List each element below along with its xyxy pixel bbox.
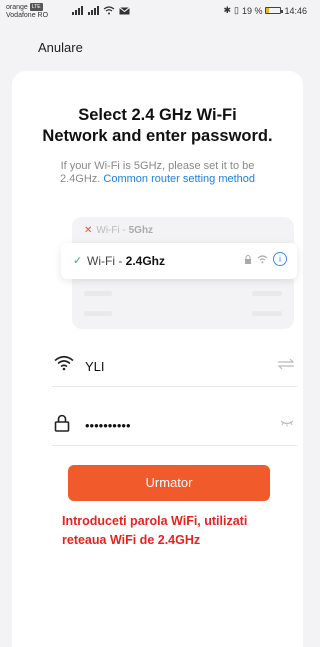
wifi-24ghz-band: 2.4Ghz — [125, 254, 166, 268]
warning-annotation: Introduceti parola WiFi, utilizati retea… — [62, 512, 292, 550]
title-line-2: Network and enter password. — [42, 127, 273, 145]
subtitle: If your Wi-Fi is 5GHz, please set it to … — [0, 160, 315, 186]
next-button[interactable]: Urmator — [68, 465, 270, 501]
signal-icon — [72, 6, 83, 15]
placeholder-bar — [252, 311, 282, 316]
router-setting-link[interactable]: Common router setting method — [103, 173, 255, 185]
cross-icon: ✕ — [84, 225, 93, 236]
password-field[interactable]: •••••••••• — [52, 406, 297, 446]
field-divider — [52, 386, 297, 387]
wifi-5ghz-row: ✕ Wi-Fi - 5Ghz — [84, 225, 153, 236]
wifi-icon — [103, 6, 115, 15]
wifi-24ghz-prefix: Wi-Fi - — [87, 254, 126, 268]
lte-badge: LTE — [29, 3, 43, 11]
password-value: •••••••••• — [85, 418, 131, 433]
wifi-icon — [257, 254, 268, 263]
page-title: Select 2.4 GHz Wi-Fi Network and enter p… — [0, 105, 315, 147]
wifi-band-illustration: ✕ Wi-Fi - 5Ghz ✓ Wi-Fi - 2.4Ghz i — [61, 217, 297, 329]
signal-icon — [87, 6, 99, 15]
warning-line-2: reteaua WiFi de 2.4GHz — [62, 533, 201, 547]
wifi-24ghz-row: ✓ Wi-Fi - 2.4Ghz i — [61, 243, 297, 279]
eye-closed-icon[interactable] — [279, 417, 295, 427]
info-icon: i — [273, 252, 287, 266]
carrier-name-1: orange — [6, 3, 28, 11]
status-right: ✱ ▯ 19 % 14:46 — [223, 5, 307, 16]
carrier-name-2: Vodafone RO — [6, 11, 49, 19]
wifi-5ghz-prefix: Wi-Fi - — [96, 225, 129, 236]
placeholder-bar — [252, 291, 282, 296]
placeholder-bar — [84, 311, 112, 316]
status-icons — [72, 6, 130, 17]
wifi-icon — [54, 355, 74, 371]
wifi-ssid: YLI — [85, 359, 105, 374]
status-bar: orange LTE Vodafone RO ✱ ▯ 19 % 14:46 — [0, 0, 315, 26]
vibrate-icon: ▯ — [234, 5, 239, 15]
clock: 14:46 — [284, 5, 307, 16]
wifi-5ghz-band: 5Ghz — [128, 225, 154, 236]
carrier-info: orange LTE Vodafone RO — [6, 3, 48, 20]
title-line-1: Select 2.4 GHz Wi-Fi — [78, 106, 237, 124]
bluetooth-icon: ✱ — [223, 5, 231, 15]
subtitle-line-1: If your Wi-Fi is 5GHz, please set it to … — [60, 160, 255, 172]
warning-line-1: Introduceti parola WiFi, utilizati — [62, 514, 248, 528]
cancel-button[interactable]: Anulare — [38, 40, 83, 55]
battery-icon — [265, 7, 284, 14]
wifi-network-field[interactable]: YLI — [52, 347, 297, 387]
check-icon: ✓ — [73, 255, 83, 267]
subtitle-line-2: 2.4GHz. — [59, 173, 101, 185]
battery-percent: 19 % — [241, 5, 263, 16]
field-divider — [52, 445, 297, 446]
switch-network-icon[interactable] — [277, 358, 295, 370]
message-icon — [118, 7, 130, 15]
lock-icon — [54, 414, 70, 432]
lock-icon — [245, 254, 251, 264]
placeholder-bar — [84, 291, 112, 296]
